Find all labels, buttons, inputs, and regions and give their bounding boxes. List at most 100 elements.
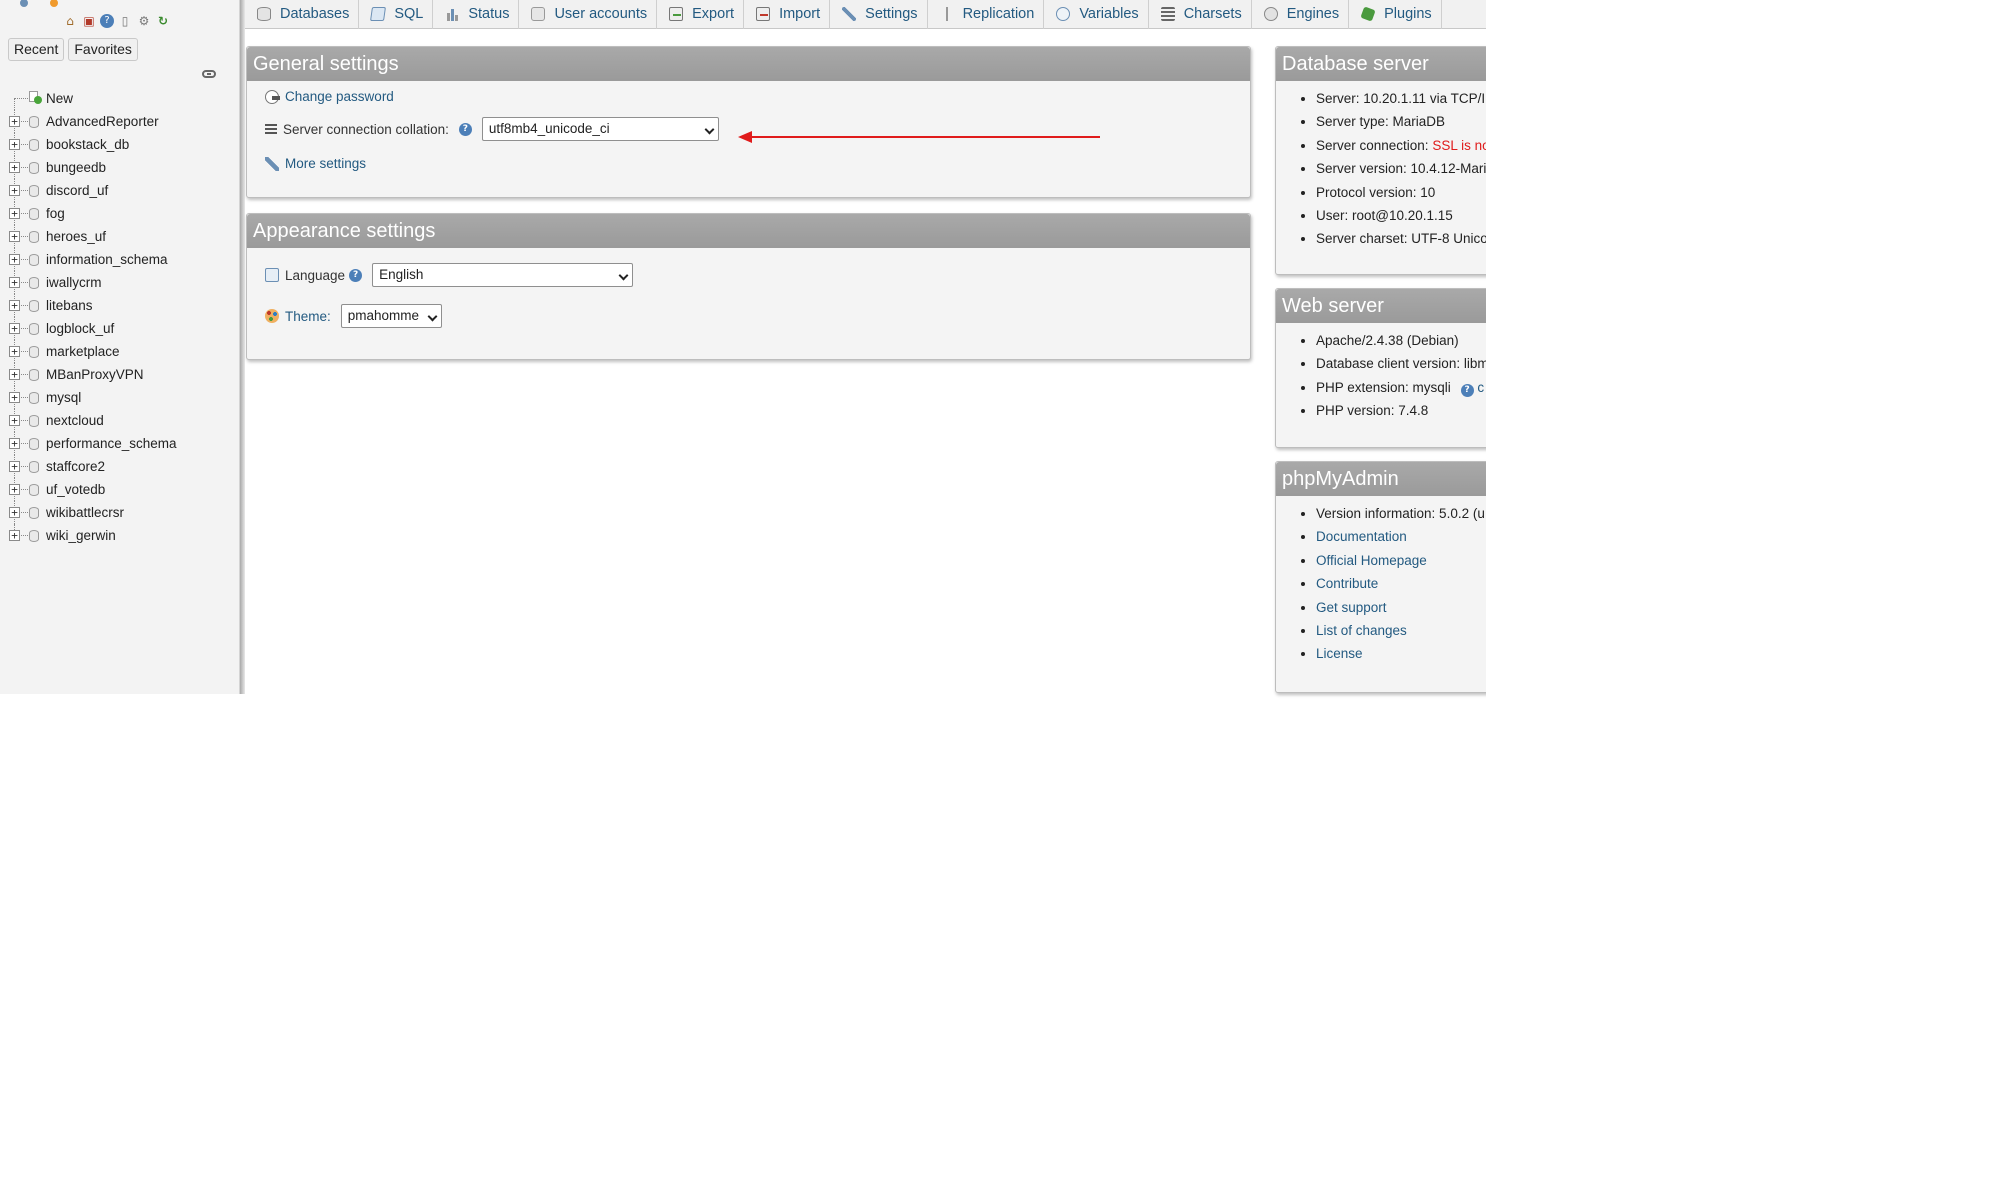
- tree-item-label[interactable]: AdvancedReporter: [46, 114, 159, 129]
- help-icon[interactable]: ?: [349, 268, 363, 282]
- tree-item-database[interactable]: + uf_votedb: [0, 478, 240, 501]
- link-with-main-panel-icon[interactable]: [202, 70, 216, 78]
- tree-item-label[interactable]: bungeedb: [46, 160, 106, 175]
- tree-item-label[interactable]: staffcore2: [46, 459, 105, 474]
- expand-icon[interactable]: +: [9, 438, 20, 449]
- documentation-link[interactable]: Documentation: [1316, 529, 1407, 544]
- tab-charsets[interactable]: Charsets: [1149, 0, 1252, 29]
- get-support-link[interactable]: Get support: [1316, 600, 1387, 615]
- tree-item-database[interactable]: + logblock_uf: [0, 317, 240, 340]
- tab-status[interactable]: Status: [433, 0, 520, 29]
- tree-item-label[interactable]: nextcloud: [46, 413, 104, 428]
- tab-label: Import: [779, 6, 821, 22]
- expand-icon[interactable]: +: [9, 461, 20, 472]
- tree-item-label[interactable]: fog: [46, 206, 65, 221]
- tree-item-label[interactable]: wikibattlecrsr: [46, 505, 124, 520]
- tree-item-new[interactable]: New: [0, 87, 240, 110]
- tab-sql[interactable]: SQL: [359, 0, 434, 29]
- expand-icon[interactable]: +: [9, 392, 20, 403]
- tree-item-database[interactable]: + fog: [0, 202, 240, 225]
- logout-icon[interactable]: ▣: [81, 13, 97, 29]
- expand-icon[interactable]: +: [9, 300, 20, 311]
- tree-item-label[interactable]: performance_schema: [46, 436, 177, 451]
- tree-item-database[interactable]: + mysql: [0, 386, 240, 409]
- home-icon[interactable]: ⌂: [62, 13, 78, 29]
- theme-select[interactable]: pmahomme: [340, 304, 442, 328]
- tree-item-label[interactable]: wiki_gerwin: [46, 528, 116, 543]
- recent-tables-button[interactable]: Recent: [8, 38, 65, 61]
- tree-item-label[interactable]: litebans: [46, 298, 93, 313]
- more-settings-link[interactable]: More settings: [285, 156, 366, 171]
- expand-icon[interactable]: +: [9, 231, 20, 242]
- help-icon[interactable]: ?: [100, 14, 114, 28]
- tree-item-database[interactable]: + iwallycrm: [0, 271, 240, 294]
- sidebar-resizer[interactable]: [240, 0, 245, 694]
- tree-item-label[interactable]: mysql: [46, 390, 81, 405]
- phpmyadmin-logo[interactable]: [20, 0, 80, 7]
- collation-select[interactable]: utf8mb4_unicode_ci: [481, 117, 719, 141]
- tab-import[interactable]: Import: [744, 0, 831, 29]
- tree-item-database[interactable]: + heroes_uf: [0, 225, 240, 248]
- contribute-link[interactable]: Contribute: [1316, 576, 1378, 591]
- documentation-icon[interactable]: ▯: [117, 13, 133, 29]
- help-icon[interactable]: ?: [458, 122, 472, 136]
- language-select[interactable]: English: [372, 263, 634, 287]
- tree-item-database[interactable]: + bungeedb: [0, 156, 240, 179]
- expand-icon[interactable]: +: [9, 185, 20, 196]
- expand-icon[interactable]: +: [9, 277, 20, 288]
- tree-item-database[interactable]: + AdvancedReporter: [0, 110, 240, 133]
- expand-icon[interactable]: +: [9, 415, 20, 426]
- license-link[interactable]: License: [1316, 646, 1363, 661]
- tree-item-label[interactable]: logblock_uf: [46, 321, 114, 336]
- list-of-changes-link[interactable]: List of changes: [1316, 623, 1407, 638]
- expand-icon[interactable]: +: [9, 530, 20, 541]
- expand-icon[interactable]: +: [9, 346, 20, 357]
- tree-item-label[interactable]: uf_votedb: [46, 482, 105, 497]
- tree-item-database[interactable]: + litebans: [0, 294, 240, 317]
- tab-variables[interactable]: Variables: [1044, 0, 1149, 29]
- tree-item-database[interactable]: + performance_schema: [0, 432, 240, 455]
- tab-engines[interactable]: Engines: [1252, 0, 1350, 29]
- tree-item-label[interactable]: discord_uf: [46, 183, 108, 198]
- help-icon[interactable]: ?: [1460, 383, 1474, 397]
- tree-item-database[interactable]: + wiki_gerwin: [0, 524, 240, 547]
- tree-item-label[interactable]: bookstack_db: [46, 137, 129, 152]
- expand-icon[interactable]: +: [9, 323, 20, 334]
- database-tree: New + AdvancedReporter + bookstack_db + bunge…: [0, 87, 240, 547]
- theme-label[interactable]: Theme:: [285, 309, 331, 324]
- tab-replication[interactable]: Replication: [928, 0, 1045, 29]
- expand-icon[interactable]: +: [9, 369, 20, 380]
- expand-icon[interactable]: +: [9, 208, 20, 219]
- tab-plugins[interactable]: Plugins: [1349, 0, 1442, 29]
- official-homepage-link[interactable]: Official Homepage: [1316, 553, 1427, 568]
- tree-item-label[interactable]: marketplace: [46, 344, 120, 359]
- tree-item-label[interactable]: iwallycrm: [46, 275, 102, 290]
- expand-icon[interactable]: +: [9, 162, 20, 173]
- php-extension-link[interactable]: c: [1477, 380, 1484, 395]
- tree-item-database[interactable]: + staffcore2: [0, 455, 240, 478]
- tree-item-label[interactable]: information_schema: [46, 252, 168, 267]
- tree-item-database[interactable]: + information_schema: [0, 248, 240, 271]
- settings-icon[interactable]: ⚙: [136, 13, 152, 29]
- reload-icon[interactable]: ↻: [155, 13, 171, 29]
- tab-export[interactable]: Export: [657, 0, 745, 29]
- tab-settings[interactable]: Settings: [830, 0, 928, 29]
- expand-icon[interactable]: +: [9, 139, 20, 150]
- tab-databases[interactable]: Databases: [245, 0, 360, 29]
- tree-item-database[interactable]: + nextcloud: [0, 409, 240, 432]
- status-icon: [445, 7, 460, 21]
- expand-icon[interactable]: +: [9, 116, 20, 127]
- tree-item-database[interactable]: + wikibattlecrsr: [0, 501, 240, 524]
- tree-item-database[interactable]: + discord_uf: [0, 179, 240, 202]
- tree-item-database[interactable]: + marketplace: [0, 340, 240, 363]
- favorite-tables-button[interactable]: Favorites: [68, 38, 138, 61]
- tab-user-accounts[interactable]: User accounts: [519, 0, 658, 29]
- tree-item-label[interactable]: MBanProxyVPN: [46, 367, 144, 382]
- tree-item-database[interactable]: + MBanProxyVPN: [0, 363, 240, 386]
- tree-item-label[interactable]: heroes_uf: [46, 229, 106, 244]
- expand-icon[interactable]: +: [9, 507, 20, 518]
- expand-icon[interactable]: +: [9, 254, 20, 265]
- tree-item-database[interactable]: + bookstack_db: [0, 133, 240, 156]
- expand-icon[interactable]: +: [9, 484, 20, 495]
- change-password-link[interactable]: Change password: [285, 89, 394, 104]
